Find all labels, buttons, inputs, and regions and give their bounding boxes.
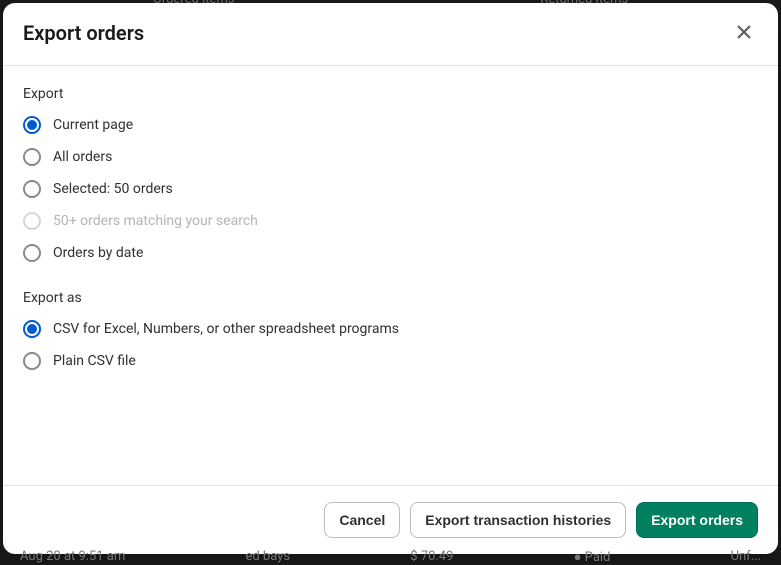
export-section: Export Current page All orders Selected:… (23, 86, 758, 262)
export-as-section-label: Export as (23, 290, 758, 306)
radio-matching-search: 50+ orders matching your search (23, 212, 758, 230)
radio-label: CSV for Excel, Numbers, or other spreads… (53, 321, 399, 337)
modal-footer: Cancel Export transaction histories Expo… (3, 485, 778, 554)
radio-label: 50+ orders matching your search (53, 213, 258, 229)
radio-indicator (23, 180, 41, 198)
export-as-section: Export as CSV for Excel, Numbers, or oth… (23, 290, 758, 370)
modal-header: Export orders (3, 3, 778, 66)
radio-orders-by-date[interactable]: Orders by date (23, 244, 758, 262)
export-transaction-histories-button[interactable]: Export transaction histories (410, 502, 626, 538)
radio-indicator (23, 212, 41, 230)
radio-label: Orders by date (53, 245, 143, 261)
radio-indicator (23, 148, 41, 166)
close-button[interactable] (730, 19, 758, 47)
radio-selected-orders[interactable]: Selected: 50 orders (23, 180, 758, 198)
close-icon (734, 22, 754, 45)
export-orders-modal: Export orders Export Current page All or… (3, 3, 778, 554)
radio-plain-csv[interactable]: Plain CSV file (23, 352, 758, 370)
export-section-label: Export (23, 86, 758, 102)
modal-title: Export orders (23, 21, 144, 45)
radio-csv-spreadsheet[interactable]: CSV for Excel, Numbers, or other spreads… (23, 320, 758, 338)
export-orders-button[interactable]: Export orders (636, 502, 758, 538)
radio-all-orders[interactable]: All orders (23, 148, 758, 166)
radio-label: Selected: 50 orders (53, 181, 173, 197)
radio-label: Plain CSV file (53, 353, 136, 369)
radio-label: All orders (53, 149, 112, 165)
export-radio-group: Current page All orders Selected: 50 ord… (23, 116, 758, 262)
radio-indicator (23, 352, 41, 370)
radio-indicator (23, 320, 41, 338)
radio-indicator (23, 116, 41, 134)
radio-indicator (23, 244, 41, 262)
modal-body: Export Current page All orders Selected:… (3, 66, 778, 485)
export-as-radio-group: CSV for Excel, Numbers, or other spreads… (23, 320, 758, 370)
cancel-button[interactable]: Cancel (324, 502, 400, 538)
radio-current-page[interactable]: Current page (23, 116, 758, 134)
radio-label: Current page (53, 117, 133, 133)
